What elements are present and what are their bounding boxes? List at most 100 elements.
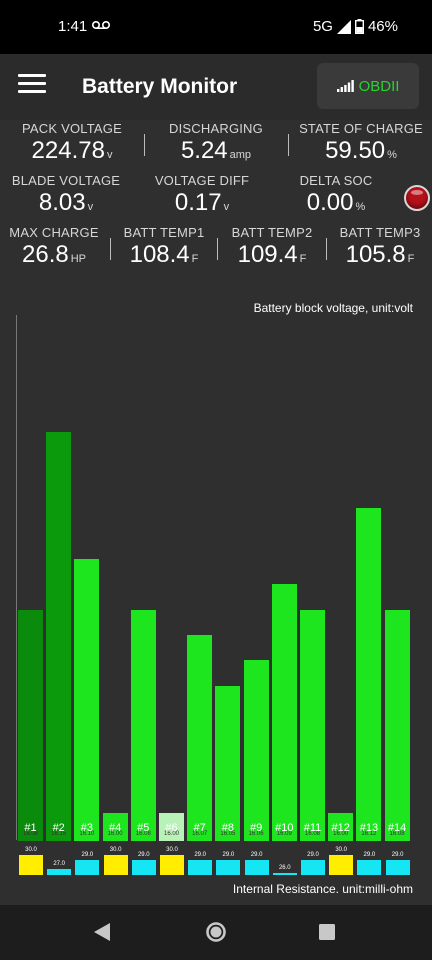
metric-value: 0.00	[306, 189, 354, 216]
resistance-value: 26.0	[278, 865, 291, 871]
resistance-bar	[357, 859, 382, 875]
cell-label: #5	[137, 822, 150, 834]
back-icon[interactable]	[93, 922, 111, 942]
status-bar: 1:41 5G 46%	[0, 0, 432, 54]
cell-label: #4	[108, 822, 122, 834]
resistance-bar	[75, 859, 100, 875]
resistance-value: 29.0	[137, 851, 150, 858]
resistance-value: 29.0	[307, 851, 319, 858]
metric-blade-voltage: BLADE VOLTAGE 8.03 v	[2, 173, 130, 217]
metric-unit: F	[299, 253, 307, 265]
resistance-bar	[385, 859, 410, 875]
metric-value: 59.50	[325, 137, 386, 164]
signal-icon	[336, 19, 351, 34]
metric-state-of-charge: STATE OF CHARGE 59.50%	[294, 121, 428, 165]
metric-label: BATT TEMP2	[231, 225, 313, 240]
resistance-value: 29.0	[363, 851, 376, 858]
cell-label: #2	[52, 822, 65, 834]
voltage-bar: 16.15	[46, 431, 72, 841]
metric-label: PACK VOLTAGE	[22, 121, 122, 136]
cell-label: #6	[165, 822, 178, 834]
metric-pack-voltage: PACK VOLTAGE 224.78 v	[8, 121, 136, 165]
voltage-bar: 16.09	[271, 584, 297, 841]
metric-unit: v	[106, 149, 113, 161]
metric-batt-temp2: BATT TEMP2 109.4 F	[222, 225, 322, 269]
divider	[326, 238, 327, 260]
voicemail-icon	[92, 21, 110, 29]
battery-level: 46%	[367, 18, 398, 35]
cell-label: #8	[221, 822, 235, 834]
metric-value: 109.4	[237, 241, 298, 268]
obd-connect-label: OBDII	[358, 77, 400, 95]
menu-icon[interactable]	[18, 74, 46, 98]
metric-label: BLADE VOLTAGE	[11, 173, 121, 188]
cell-label: #3	[80, 822, 94, 834]
recents-icon[interactable]	[318, 923, 336, 941]
voltage-bar: 16.06	[243, 660, 269, 841]
metric-unit: F	[407, 253, 415, 265]
metric-unit: v	[223, 201, 230, 213]
metric-unit: %	[355, 201, 366, 213]
resistance-value: 30.0	[335, 847, 348, 853]
metric-unit: HP	[70, 253, 86, 265]
voltage-bar: 16.08	[384, 609, 410, 841]
metric-unit: F	[191, 253, 199, 265]
resistance-chart: 30.0 27.0 29.0 30.0 29.0 30.0 29.0 29.0 29.0 26.0…	[16, 845, 416, 875]
metric-value: 224.78	[31, 137, 105, 164]
resistance-bar	[188, 859, 213, 875]
cell-label: #14	[387, 822, 407, 834]
network-type: 5G	[312, 18, 333, 35]
metric-label: DELTA SOC	[299, 173, 373, 188]
cell-label: #9	[249, 822, 263, 834]
metric-label: MAX CHARGE	[9, 225, 99, 240]
metric-value: 26.8	[22, 241, 69, 268]
metric-value: 108.4	[129, 241, 190, 268]
voltage-bar: 16.08	[18, 609, 43, 841]
resistance-bar	[160, 855, 184, 875]
resistance-bar	[329, 855, 354, 875]
record-button[interactable]	[404, 185, 430, 211]
metric-label: DISCHARGING	[169, 121, 263, 136]
resistance-bar	[244, 859, 269, 875]
cell-label: #12	[331, 822, 350, 834]
resistance-value: 29.0	[222, 851, 235, 858]
voltage-bar: 16.08	[130, 609, 156, 841]
metric-label: BATT TEMP3	[339, 225, 421, 240]
metric-discharging: DISCHARGING 5.24 amp	[152, 121, 280, 165]
divider	[144, 134, 145, 156]
cell-label: #13	[359, 822, 379, 834]
metric-unit: %	[387, 149, 397, 161]
resistance-bar	[47, 868, 72, 875]
metric-delta-soc: DELTA SOC 0.00%	[272, 173, 400, 217]
divider	[217, 238, 218, 260]
clock: 1:41	[58, 18, 88, 35]
voltage-bar: 16.12	[356, 507, 382, 841]
voltage-chart-title: Battery block voltage, unit:volt	[253, 301, 413, 315]
app-bar: Battery Monitor OBDII	[0, 54, 432, 120]
metric-value: 5.24	[180, 137, 228, 164]
home-icon[interactable]	[205, 921, 227, 943]
voltage-bar: 16.08	[300, 609, 325, 841]
metric-max-charge: MAX CHARGE 26.8 HP	[4, 225, 104, 269]
y-axis-line	[16, 315, 17, 840]
metric-unit: amp	[229, 149, 252, 161]
divider	[110, 238, 111, 260]
dashboard: PACK VOLTAGE 224.78 v DISCHARGING 5.24 amp…	[0, 120, 432, 905]
resistance-bar	[131, 859, 156, 875]
battery-icon	[354, 19, 364, 34]
resistance-bar	[103, 855, 128, 875]
cell-label: #10	[275, 822, 294, 834]
divider	[288, 134, 289, 156]
obd-connect-button[interactable]: OBDII	[317, 63, 419, 109]
resistance-bar	[19, 855, 43, 875]
resistance-value: 29.0	[391, 851, 404, 858]
metric-voltage-diff: VOLTAGE DIFF 0.17 v	[138, 173, 266, 217]
resistance-value: 29.0	[194, 851, 207, 858]
metric-value: 8.03	[38, 189, 86, 216]
resistance-bar	[216, 859, 241, 875]
resistance-value: 29.0	[81, 851, 94, 858]
metric-label: VOLTAGE DIFF	[154, 173, 250, 188]
voltage-chart: 16.08 16.15 16.10 16.00 16.08 16.00 16.07 16.05…	[16, 315, 416, 841]
resistance-value: 29.0	[250, 851, 263, 858]
metric-value: 0.17	[174, 189, 222, 216]
